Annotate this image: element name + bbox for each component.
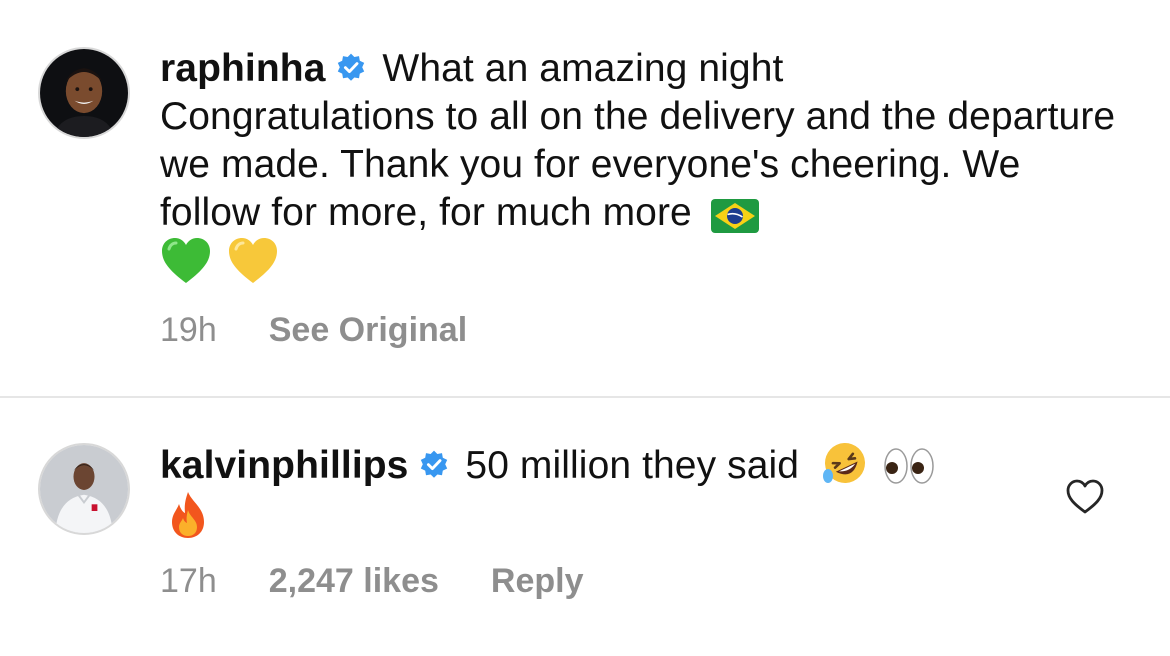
yellow-heart-icon bbox=[227, 237, 279, 285]
green-heart-icon bbox=[160, 237, 212, 285]
comment-first-line: What an amazing night bbox=[382, 47, 784, 90]
brazil-flag-icon bbox=[710, 199, 759, 233]
comment-time: 19h bbox=[160, 311, 217, 349]
reply-button[interactable]: Reply bbox=[491, 562, 584, 601]
username[interactable]: raphinha bbox=[160, 47, 325, 90]
see-original-button[interactable]: See Original bbox=[269, 311, 467, 350]
avatar-raphinha[interactable] bbox=[38, 47, 130, 139]
username[interactable]: kalvinphillips bbox=[160, 444, 408, 487]
comment-meta: 17h 2,247 likes Reply bbox=[160, 562, 583, 601]
comment-raphinha: raphinha What an amazing night Congratul… bbox=[0, 0, 1170, 396]
comment-kalvinphillips: kalvinphillips 50 million they said 17h … bbox=[0, 398, 1170, 656]
like-heart-icon[interactable] bbox=[1066, 479, 1104, 515]
verified-badge-icon bbox=[418, 449, 450, 481]
comment-time: 17h bbox=[160, 562, 217, 600]
comment-text: raphinha What an amazing night Congratul… bbox=[160, 45, 1120, 287]
likes-count[interactable]: 2,247 likes bbox=[269, 562, 439, 601]
comment-body: 50 million they said bbox=[465, 444, 800, 487]
comment-text: kalvinphillips 50 million they said bbox=[160, 440, 1120, 546]
fire-icon bbox=[166, 490, 210, 540]
avatar-kalvinphillips[interactable] bbox=[38, 443, 130, 535]
eyes-icon bbox=[883, 446, 935, 486]
verified-badge-icon bbox=[335, 52, 367, 84]
rolling-on-floor-laughing-icon bbox=[820, 440, 870, 486]
comment-meta: 19h See Original bbox=[160, 311, 467, 350]
comment-body: Congratulations to all on the delivery a… bbox=[160, 95, 1116, 234]
